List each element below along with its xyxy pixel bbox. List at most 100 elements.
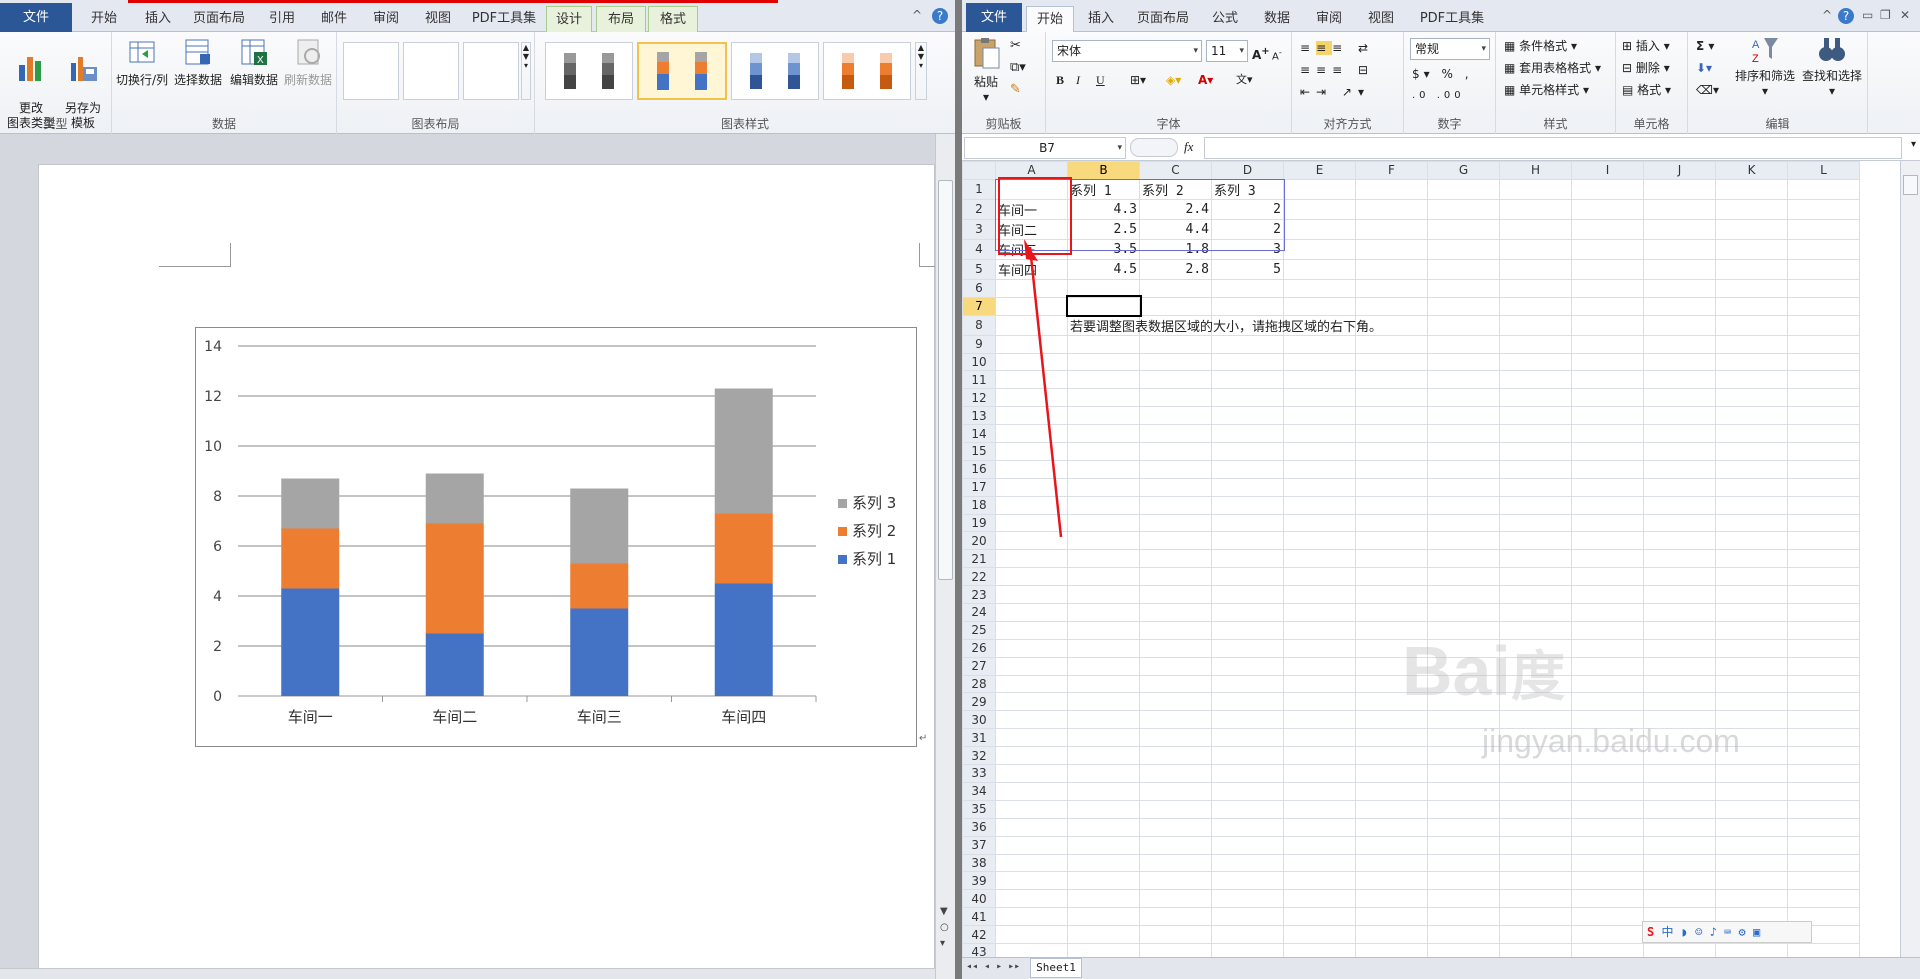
cell-c22[interactable] bbox=[1139, 567, 1212, 587]
cell-j6[interactable] bbox=[1643, 278, 1716, 298]
cell-a10[interactable] bbox=[995, 352, 1068, 372]
cell-d30[interactable] bbox=[1211, 710, 1284, 730]
select-data-button[interactable]: 选择数据 bbox=[172, 36, 224, 88]
cell-f15[interactable] bbox=[1355, 442, 1428, 461]
cell-e19[interactable] bbox=[1283, 513, 1356, 533]
edit-data-button[interactable]: X 编辑数据 bbox=[228, 36, 280, 88]
cell-f26[interactable] bbox=[1355, 638, 1428, 658]
style-option-blue[interactable] bbox=[731, 42, 819, 100]
cell-g37[interactable] bbox=[1427, 835, 1500, 855]
cell-b10[interactable] bbox=[1067, 352, 1140, 372]
cell-k23[interactable] bbox=[1715, 585, 1788, 605]
cell-b15[interactable] bbox=[1067, 442, 1140, 461]
row-header[interactable]: 3 bbox=[962, 218, 996, 240]
excel-tab-insert[interactable]: 插入 bbox=[1076, 6, 1126, 32]
cell-b29[interactable] bbox=[1067, 692, 1140, 712]
cell-i28[interactable] bbox=[1571, 674, 1644, 694]
row-header[interactable]: 42 bbox=[962, 925, 996, 944]
cell-g25[interactable] bbox=[1427, 620, 1500, 640]
cell-e1[interactable] bbox=[1283, 178, 1356, 200]
cell-k8[interactable] bbox=[1715, 314, 1788, 336]
cell-j37[interactable] bbox=[1643, 835, 1716, 855]
cell-j14[interactable] bbox=[1643, 424, 1716, 444]
cell-b4[interactable]: 3.5 bbox=[1067, 238, 1140, 260]
cell-h19[interactable] bbox=[1499, 513, 1572, 533]
cell-l13[interactable] bbox=[1787, 406, 1860, 426]
cell-l38[interactable] bbox=[1787, 853, 1860, 873]
cell-f28[interactable] bbox=[1355, 674, 1428, 694]
format-as-table-button[interactable]: ▦ 套用表格格式 ▾ bbox=[1504, 58, 1601, 78]
cell-j2[interactable] bbox=[1643, 198, 1716, 220]
cell-d14[interactable] bbox=[1211, 424, 1284, 444]
cell-f39[interactable] bbox=[1355, 871, 1428, 891]
cell-e14[interactable] bbox=[1283, 424, 1356, 444]
cell-d4[interactable]: 3 bbox=[1211, 238, 1284, 260]
cell-c1[interactable]: 系列 2 bbox=[1139, 178, 1212, 200]
row-header[interactable]: 19 bbox=[962, 513, 996, 533]
column-header-g[interactable]: G bbox=[1427, 161, 1500, 180]
cell-l7[interactable] bbox=[1787, 296, 1860, 316]
cell-h42[interactable] bbox=[1499, 925, 1572, 944]
cell-b42[interactable] bbox=[1067, 925, 1140, 944]
layout-option-1[interactable] bbox=[343, 42, 399, 100]
cell-i1[interactable] bbox=[1571, 178, 1644, 200]
cell-d20[interactable] bbox=[1211, 531, 1284, 551]
cell-h5[interactable] bbox=[1499, 258, 1572, 280]
cell-a28[interactable] bbox=[995, 674, 1068, 694]
cell-k40[interactable] bbox=[1715, 889, 1788, 909]
cell-f7[interactable] bbox=[1355, 296, 1428, 316]
row-header[interactable]: 13 bbox=[962, 406, 996, 426]
excel-tab-formulas[interactable]: 公式 bbox=[1200, 6, 1250, 32]
cell-h3[interactable] bbox=[1499, 218, 1572, 240]
cell-k19[interactable] bbox=[1715, 513, 1788, 533]
name-box[interactable]: B7 ▾ bbox=[964, 137, 1126, 159]
cell-a14[interactable] bbox=[995, 424, 1068, 444]
cell-j34[interactable] bbox=[1643, 781, 1716, 801]
bar-segment-3-3[interactable] bbox=[570, 488, 629, 564]
cell-i41[interactable] bbox=[1571, 907, 1644, 927]
word-tab-view[interactable]: 视图 bbox=[412, 6, 464, 32]
word-tab-pdf[interactable]: PDF工具集 bbox=[464, 6, 544, 32]
cell-k38[interactable] bbox=[1715, 853, 1788, 873]
cell-a3[interactable]: 车间二 bbox=[995, 218, 1068, 240]
cell-l8[interactable] bbox=[1787, 314, 1860, 336]
cell-j7[interactable] bbox=[1643, 296, 1716, 316]
excel-tab-page-layout[interactable]: 页面布局 bbox=[1128, 6, 1198, 32]
row-header[interactable]: 29 bbox=[962, 692, 996, 712]
cell-b33[interactable] bbox=[1067, 764, 1140, 783]
cell-k25[interactable] bbox=[1715, 620, 1788, 640]
cell-f33[interactable] bbox=[1355, 764, 1428, 783]
cell-f38[interactable] bbox=[1355, 853, 1428, 873]
bar-segment-2-3[interactable] bbox=[570, 563, 629, 609]
word-tab-page-layout[interactable]: 页面布局 bbox=[184, 6, 254, 32]
cell-j5[interactable] bbox=[1643, 258, 1716, 280]
cell-c39[interactable] bbox=[1139, 871, 1212, 891]
cell-j13[interactable] bbox=[1643, 406, 1716, 426]
word-tab-review[interactable]: 审阅 bbox=[360, 6, 412, 32]
cell-e25[interactable] bbox=[1283, 620, 1356, 640]
cell-i11[interactable] bbox=[1571, 370, 1644, 390]
cell-i33[interactable] bbox=[1571, 764, 1644, 783]
cell-l21[interactable] bbox=[1787, 549, 1860, 569]
row-header[interactable]: 28 bbox=[962, 674, 996, 694]
cell-d27[interactable] bbox=[1211, 656, 1284, 676]
cell-e2[interactable] bbox=[1283, 198, 1356, 220]
cell-i6[interactable] bbox=[1571, 278, 1644, 298]
cell-j40[interactable] bbox=[1643, 889, 1716, 909]
cell-l20[interactable] bbox=[1787, 531, 1860, 551]
cell-c23[interactable] bbox=[1139, 585, 1212, 605]
cell-c30[interactable] bbox=[1139, 710, 1212, 730]
cell-e13[interactable] bbox=[1283, 406, 1356, 426]
cell-c19[interactable] bbox=[1139, 513, 1212, 533]
cell-g40[interactable] bbox=[1427, 889, 1500, 909]
cell-g34[interactable] bbox=[1427, 781, 1500, 801]
cell-a11[interactable] bbox=[995, 370, 1068, 390]
cell-i34[interactable] bbox=[1571, 781, 1644, 801]
row-header[interactable]: 21 bbox=[962, 549, 996, 569]
cell-j15[interactable] bbox=[1643, 442, 1716, 461]
cell-d36[interactable] bbox=[1211, 817, 1284, 837]
cell-j1[interactable] bbox=[1643, 178, 1716, 200]
cell-f16[interactable] bbox=[1355, 459, 1428, 479]
cell-d35[interactable] bbox=[1211, 799, 1284, 819]
indent-icons[interactable]: ⇤⇥ ↗▾ bbox=[1300, 82, 1370, 102]
